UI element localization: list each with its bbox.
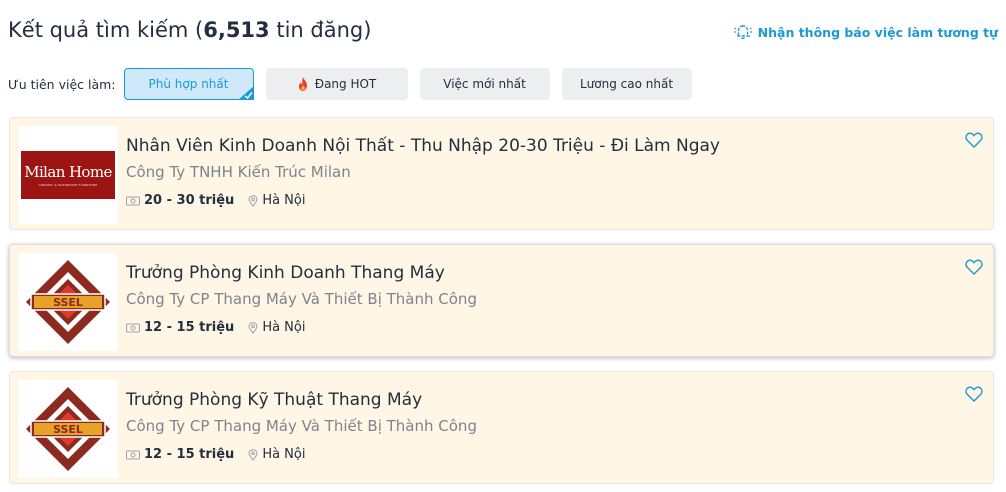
- logo-wordmark: Milan Home: [24, 163, 112, 181]
- ssel-logo-text: SSEL: [53, 296, 83, 309]
- filter-chip-highest-salary[interactable]: Lương cao nhất: [561, 68, 692, 100]
- chip-label: Đang HOT: [314, 77, 377, 91]
- filter-chip-best-match[interactable]: Phù hợp nhất: [123, 68, 254, 100]
- job-title[interactable]: Nhân Viên Kinh Doanh Nội Thất - Thu Nhập…: [126, 136, 720, 156]
- job-meta: 12 - 15 triệu Hà Nội: [126, 320, 305, 335]
- job-alert-link[interactable]: Nhận thông báo việc làm tương tự: [733, 24, 998, 40]
- title-suffix: tin đăng): [269, 18, 372, 42]
- ssel-logo: SSEL: [26, 387, 110, 471]
- ssel-logo-text: SSEL: [53, 423, 83, 436]
- salary: 12 - 15 triệu: [144, 320, 235, 335]
- chip-label: Lương cao nhất: [579, 77, 674, 91]
- location: Hà Nội: [262, 193, 306, 208]
- bell-icon: [733, 25, 752, 40]
- results-title: Kết quả tìm kiếm (6,513 tin đăng): [8, 18, 371, 42]
- job-card[interactable]: Milan Home CERAMIC & BATHROOM FURNITURE …: [9, 117, 994, 230]
- job-meta: 12 - 15 triệu Hà Nội: [126, 447, 305, 462]
- money-icon: [126, 323, 140, 332]
- ssel-logo: SSEL: [26, 260, 110, 344]
- company-logo[interactable]: SSEL: [18, 253, 118, 351]
- location-pin-icon: [248, 448, 258, 461]
- results-header: Kết quả tìm kiếm (6,513 tin đăng) Nhận t…: [8, 18, 998, 50]
- heart-icon[interactable]: [965, 386, 983, 402]
- filter-chip-newest[interactable]: Việc mới nhất: [419, 68, 550, 100]
- results-count: 6,513: [203, 18, 270, 42]
- filter-chip-hot[interactable]: Đang HOT: [265, 68, 408, 100]
- money-icon: [126, 450, 140, 459]
- job-card[interactable]: SSEL Trưởng Phòng Kinh Doanh Thang Máy C…: [9, 244, 994, 357]
- location-pin-icon: [248, 321, 258, 334]
- salary: 20 - 30 triệu: [144, 193, 235, 208]
- selected-check-icon: [237, 86, 254, 100]
- title-prefix: Kết quả tìm kiếm (: [8, 18, 204, 42]
- location: Hà Nội: [262, 447, 306, 462]
- job-title[interactable]: Trưởng Phòng Kinh Doanh Thang Máy: [126, 263, 445, 283]
- sort-filter-label: Ưu tiên việc làm:: [8, 76, 116, 92]
- heart-icon[interactable]: [965, 132, 983, 148]
- location-pin-icon: [248, 194, 258, 207]
- sort-filter-bar: Ưu tiên việc làm: Phù hợp nhất Đang HOT …: [8, 68, 704, 100]
- company-logo[interactable]: Milan Home CERAMIC & BATHROOM FURNITURE: [18, 126, 118, 224]
- logo-tagline: CERAMIC & BATHROOM FURNITURE: [38, 183, 98, 187]
- fire-icon: [298, 77, 307, 91]
- heart-icon[interactable]: [965, 259, 983, 275]
- location: Hà Nội: [262, 320, 306, 335]
- job-title[interactable]: Trưởng Phòng Kỹ Thuật Thang Máy: [126, 390, 422, 410]
- chip-label: Phù hợp nhất: [148, 77, 229, 91]
- salary: 12 - 15 triệu: [144, 447, 235, 462]
- company-name[interactable]: Công Ty CP Thang Máy Và Thiết Bị Thành C…: [126, 417, 477, 435]
- milan-home-logo: Milan Home CERAMIC & BATHROOM FURNITURE: [21, 151, 115, 199]
- money-icon: [126, 196, 140, 205]
- company-name[interactable]: Công Ty TNHH Kiến Trúc Milan: [126, 163, 351, 181]
- chip-label: Việc mới nhất: [443, 77, 526, 91]
- company-name[interactable]: Công Ty CP Thang Máy Và Thiết Bị Thành C…: [126, 290, 477, 308]
- company-logo[interactable]: SSEL: [18, 380, 118, 478]
- job-card[interactable]: SSEL Trưởng Phòng Kỹ Thuật Thang Máy Côn…: [9, 371, 994, 484]
- job-alert-label: Nhận thông báo việc làm tương tự: [757, 24, 998, 40]
- job-meta: 20 - 30 triệu Hà Nội: [126, 193, 305, 208]
